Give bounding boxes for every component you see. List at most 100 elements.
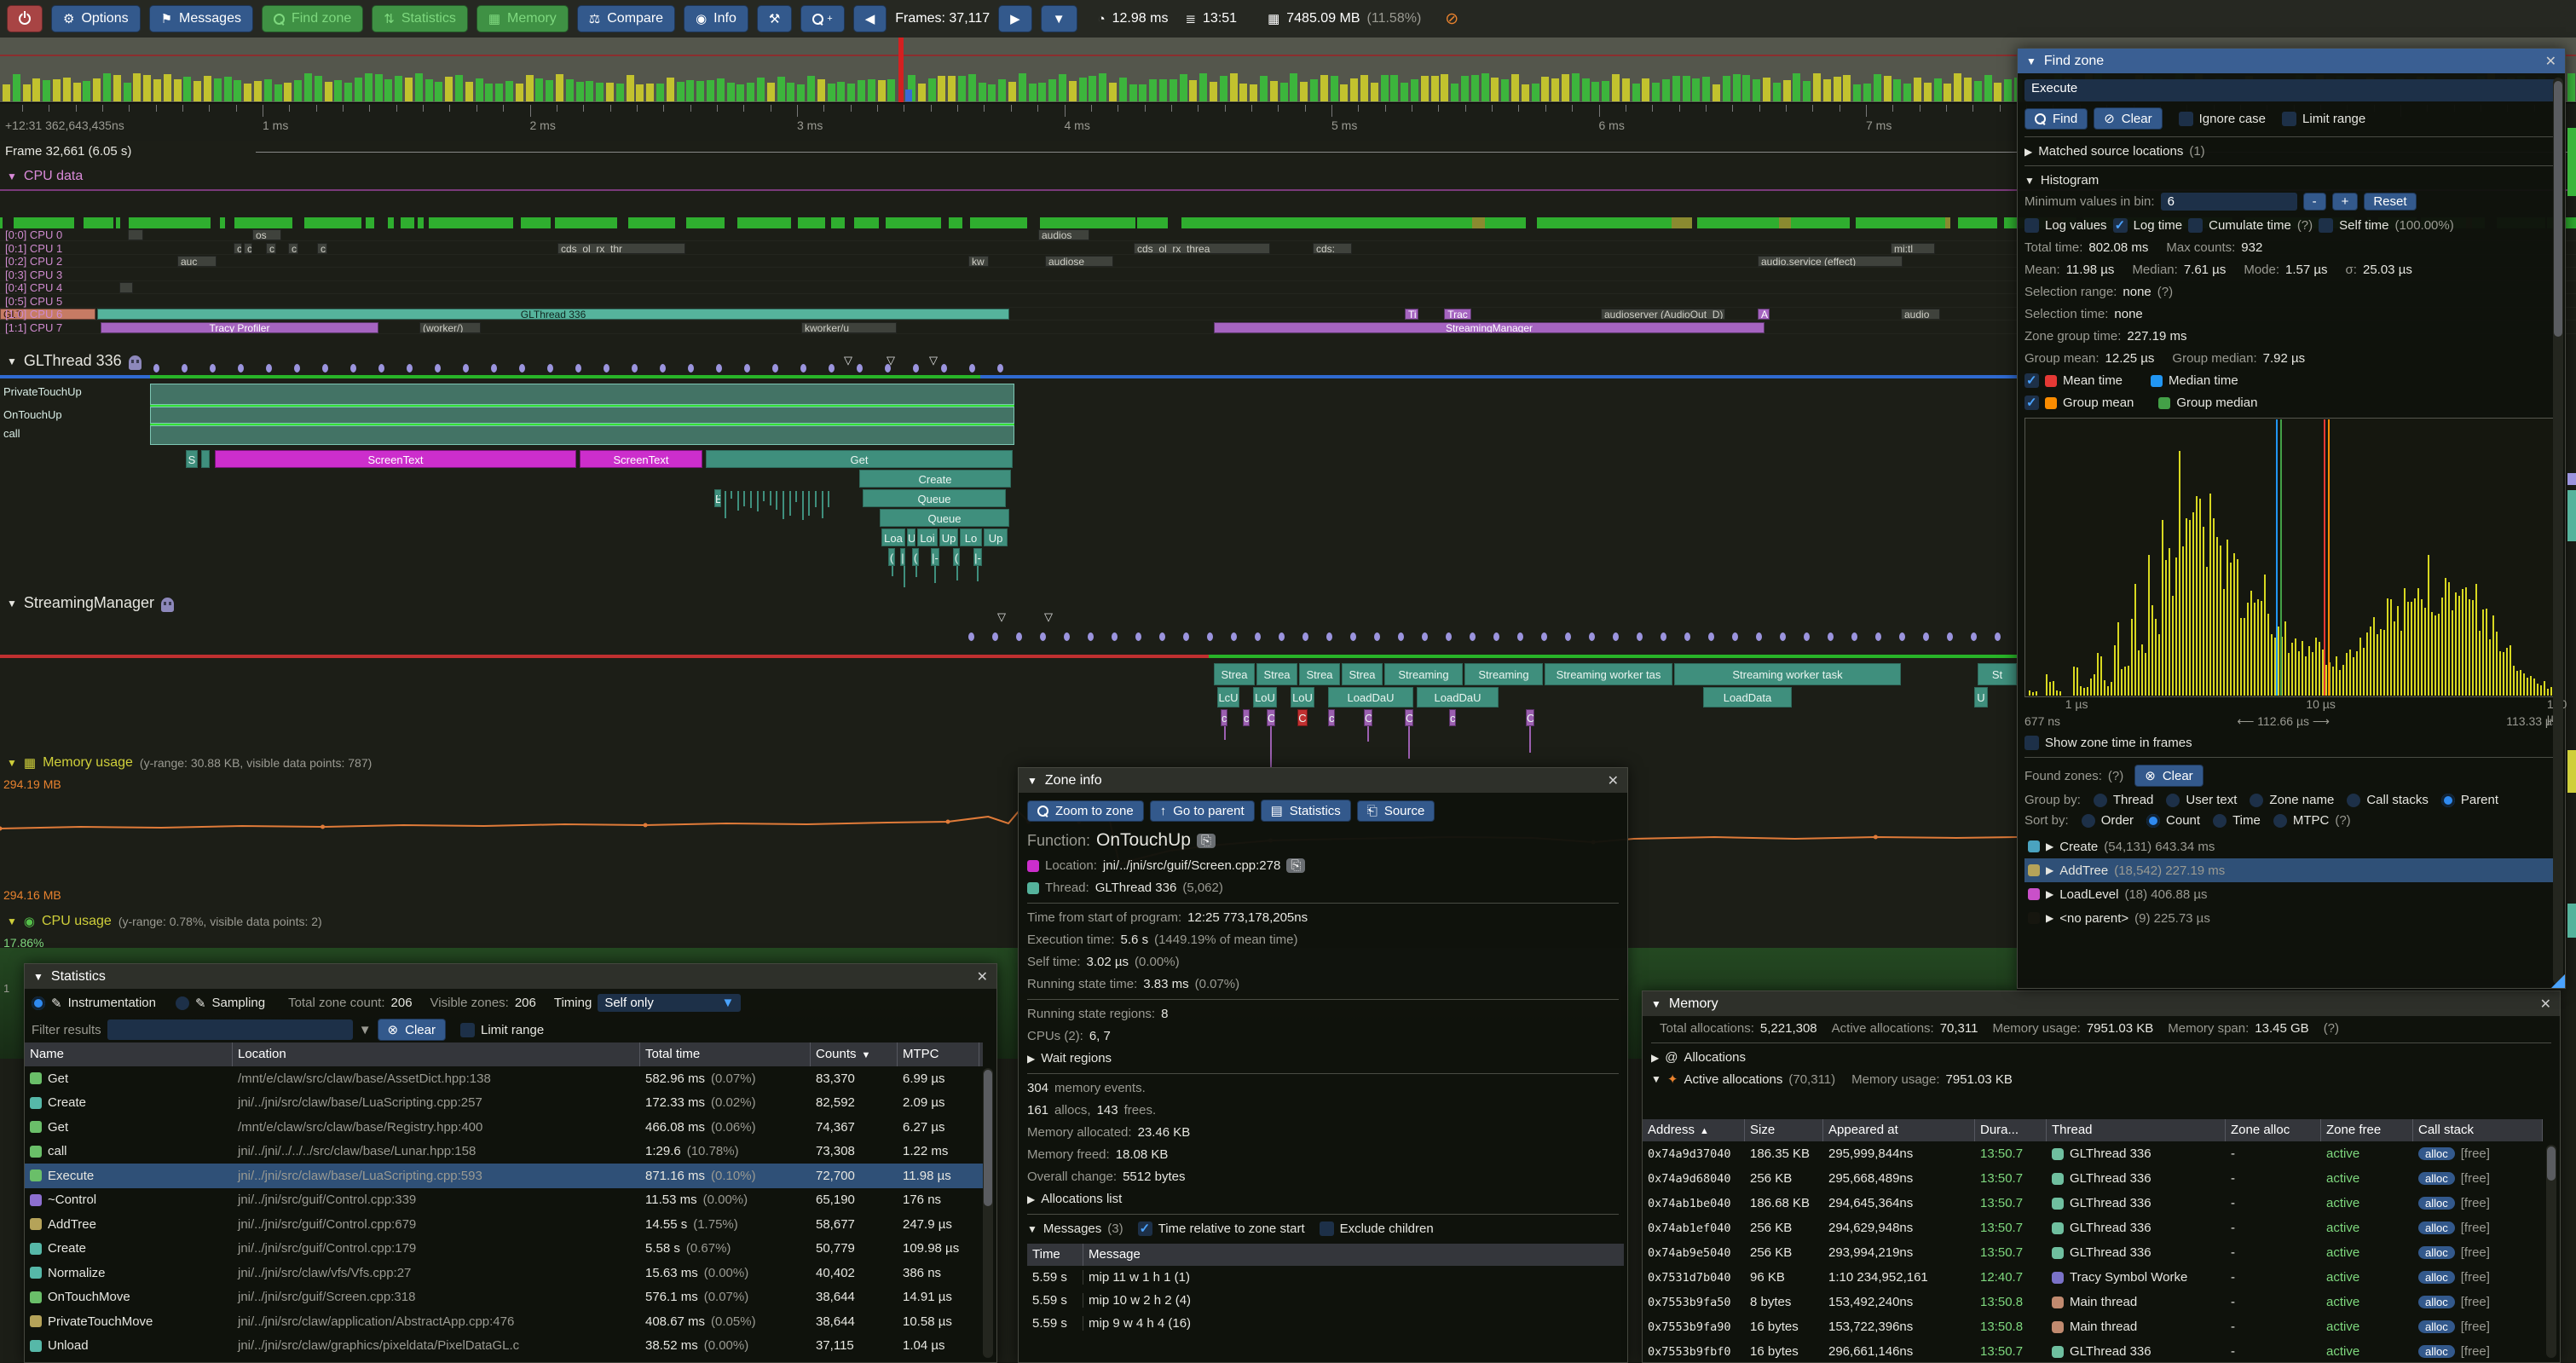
cpu-zone[interactable]: kw xyxy=(968,256,989,267)
zone[interactable]: LoadDaU xyxy=(1417,687,1499,707)
tree-toggle-icon[interactable]: ▼ xyxy=(1027,1223,1037,1235)
statistics-button[interactable]: ▤Statistics xyxy=(1261,800,1351,822)
close-icon[interactable]: ✕ xyxy=(977,968,988,985)
frame-bar[interactable] xyxy=(717,78,725,101)
radio-parent[interactable] xyxy=(2441,794,2455,807)
frame-bar[interactable] xyxy=(1189,80,1197,101)
frame-bar[interactable] xyxy=(1290,73,1297,101)
frame-bar[interactable] xyxy=(63,78,71,101)
show-zone-time-checkbox[interactable] xyxy=(2024,736,2039,750)
zone[interactable]: c xyxy=(1328,709,1335,726)
cpu-zone[interactable]: audiose xyxy=(1045,256,1113,267)
find-button[interactable]: Find xyxy=(2024,108,2088,130)
allocation-row[interactable]: 0x74a9d68040256 KB295,668,489ns13:50.7GL… xyxy=(1643,1166,2543,1191)
column-header-mtpc[interactable]: MTPC xyxy=(898,1042,979,1066)
cpu-zone[interactable]: cds: xyxy=(1313,243,1352,254)
options-button[interactable]: ⚙Options xyxy=(51,5,141,32)
frame-bar[interactable] xyxy=(1874,74,1881,101)
radio-thread[interactable] xyxy=(2094,794,2107,807)
frame-bar[interactable] xyxy=(254,81,262,101)
frame-bar[interactable] xyxy=(73,83,81,101)
allocation-row[interactable]: 0x74ab9e5040256 KB293,994,219ns13:50.7GL… xyxy=(1643,1240,2543,1265)
frame-bar[interactable] xyxy=(535,78,543,101)
frame-bar[interactable] xyxy=(707,80,714,101)
frame-bar[interactable] xyxy=(2567,73,2575,101)
zone[interactable]: ( xyxy=(888,548,895,566)
frame-bar[interactable] xyxy=(1572,73,1580,101)
checkbox[interactable] xyxy=(2319,218,2333,233)
button[interactable]: + xyxy=(2332,193,2359,211)
frame-bar[interactable] xyxy=(1300,82,1308,101)
frame-bar[interactable] xyxy=(998,79,1006,101)
source-button[interactable]: ⎗Source xyxy=(1357,800,1435,822)
frame-bar[interactable] xyxy=(1371,83,1378,101)
message-row[interactable]: 5.59 smip 9 w 4 h 4 (16) xyxy=(1027,1312,1624,1335)
frame-bar[interactable] xyxy=(596,83,604,101)
frame-bar[interactable] xyxy=(696,81,704,101)
clipboard-icon[interactable]: ⎘ xyxy=(1197,834,1216,848)
statistics-row[interactable]: ~Controljni/../jni/src/guif/Control.cpp:… xyxy=(25,1188,983,1213)
zone[interactable]: Create xyxy=(859,470,1011,488)
frame-bar[interactable] xyxy=(1210,82,1217,101)
frame-bar[interactable] xyxy=(334,80,342,101)
statistics-scrollbar[interactable] xyxy=(983,1068,993,1358)
resize-grip[interactable] xyxy=(2551,974,2565,988)
frame-bar[interactable] xyxy=(355,78,362,101)
frame-bar[interactable] xyxy=(294,80,302,101)
message-row[interactable]: 5.59 smip 10 w 2 h 2 (4) xyxy=(1027,1289,1624,1312)
frame-bar[interactable] xyxy=(1239,84,1247,101)
cpu-zone[interactable]: audioserver (AudioOut_D) xyxy=(1601,309,1725,320)
cpu-usage-header[interactable]: ▼ ◉ CPU usage (y-range: 0.78%, visible d… xyxy=(7,914,322,929)
frame-bar[interactable] xyxy=(1843,75,1851,101)
frame-bar[interactable] xyxy=(1602,81,1609,101)
checkbox[interactable] xyxy=(2024,218,2039,233)
frame-bar[interactable] xyxy=(3,84,10,101)
frame-bar[interactable] xyxy=(1019,73,1026,101)
zone[interactable]: LcU xyxy=(1217,687,1239,707)
frame-bar[interactable] xyxy=(476,78,483,101)
zone[interactable]: Strea xyxy=(1299,663,1340,685)
frame-bar[interactable] xyxy=(1310,79,1318,101)
go-to-parent-button[interactable]: ↑Go to parent xyxy=(1150,800,1255,822)
statistics-row[interactable]: Get/mnt/e/claw/src/claw/base/Registry.hp… xyxy=(25,1115,983,1140)
frame-bar[interactable] xyxy=(1582,78,1590,101)
frame-bar[interactable] xyxy=(1340,84,1348,101)
zone[interactable]: C xyxy=(1526,709,1534,726)
column-header-total-time[interactable]: Total time xyxy=(640,1042,811,1066)
frame-bar[interactable] xyxy=(1642,78,1649,101)
frame-bar[interactable] xyxy=(1713,84,1720,101)
frame-bar[interactable] xyxy=(1562,74,1569,101)
compare-button[interactable]: ⚖Compare xyxy=(577,5,675,32)
frame-bar[interactable] xyxy=(1390,75,1398,101)
found-zone-row[interactable]: ▶Create(54,131) 643.34 ms xyxy=(2024,835,2558,858)
frame-bar[interactable] xyxy=(1793,73,1800,101)
frame-bar[interactable] xyxy=(847,84,855,101)
frame-bar[interactable] xyxy=(1481,73,1489,101)
column-header-dura-[interactable]: Dura... xyxy=(1975,1119,2047,1141)
column-header-location[interactable]: Location xyxy=(233,1042,640,1066)
radio-count[interactable] xyxy=(2146,814,2160,828)
frame-bar[interactable] xyxy=(485,84,493,101)
frame-bar[interactable] xyxy=(384,79,392,101)
statistics-row[interactable]: PrivateTouchMovejni/../jni/src/claw/appl… xyxy=(25,1309,983,1334)
frame-bar[interactable] xyxy=(1109,83,1117,101)
frame-bar[interactable] xyxy=(988,84,996,101)
clear-button[interactable]: ⊘Clear xyxy=(2094,107,2162,130)
frame-bar[interactable] xyxy=(1048,79,1056,101)
frame-bar[interactable] xyxy=(777,77,785,101)
zone[interactable]: C xyxy=(1267,709,1275,726)
frame-bar[interactable] xyxy=(576,82,584,101)
statistics-row[interactable]: Createjni/../jni/src/guif/Control.cpp:17… xyxy=(25,1237,983,1262)
find-zone-titlebar[interactable]: ▼ Find zone ✕ xyxy=(2018,49,2565,73)
statistics-row[interactable]: Createjni/../jni/src/claw/base/LuaScript… xyxy=(25,1091,983,1116)
frame-bar[interactable] xyxy=(1471,75,1479,101)
zone[interactable]: Loi xyxy=(917,528,938,546)
zone[interactable]: LoU xyxy=(1253,687,1277,707)
allocation-row[interactable]: 0x74ab1ef040256 KB294,629,948ns13:50.7GL… xyxy=(1643,1216,2543,1240)
zone[interactable]: | xyxy=(900,548,905,566)
frame-bar[interactable] xyxy=(546,80,553,101)
frame-bar[interactable] xyxy=(817,79,825,101)
frame-bar[interactable] xyxy=(1381,75,1389,101)
frame-bar[interactable] xyxy=(1863,84,1871,101)
ignore-case-checkbox[interactable] xyxy=(2179,112,2193,126)
